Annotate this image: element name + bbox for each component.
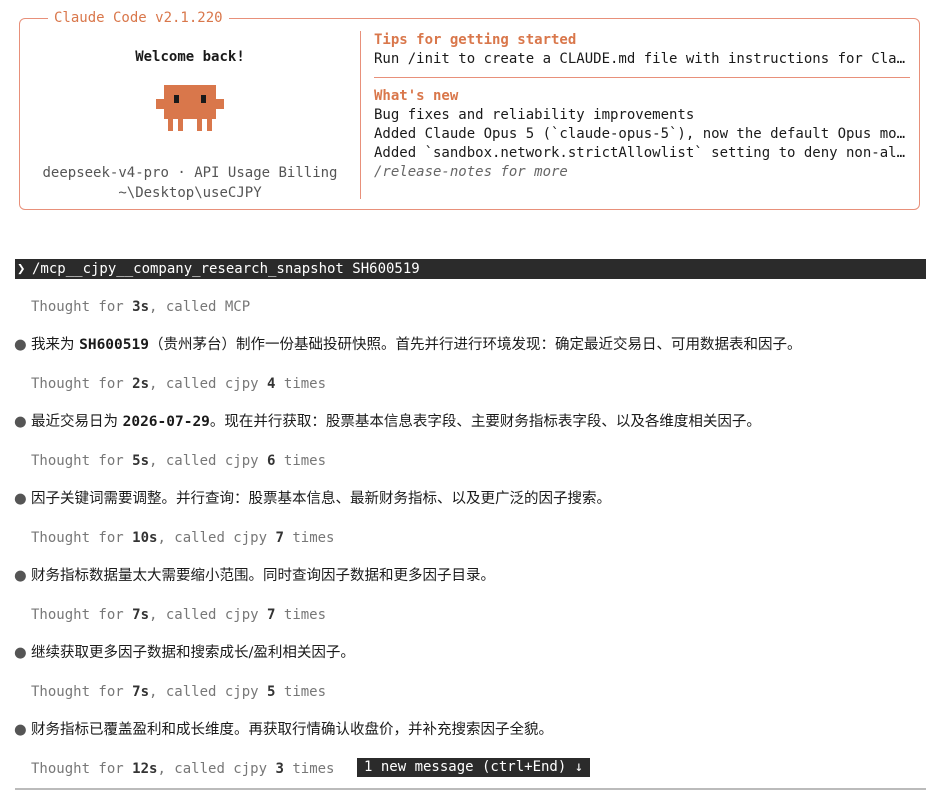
whats-new-heading: What's new: [374, 88, 459, 104]
section-divider: [374, 77, 910, 78]
thought-line[interactable]: Thought for 12s, called cjpy 3 times: [31, 760, 334, 778]
submitted-prompt: ❯ /mcp__cjpy__company_research_snapshot …: [15, 259, 926, 279]
working-directory: ~\Desktop\useCJPY: [118, 185, 262, 201]
bullet-icon: ●: [14, 645, 27, 661]
whats-new-item: Bug fixes and reliability improvements: [374, 107, 695, 123]
whats-new-item: Added `sandbox.network.strictAllowlist` …: [374, 145, 910, 161]
welcome-greeting: Welcome back!: [135, 49, 245, 65]
prompt-chevron-icon: ❯: [17, 261, 26, 277]
panel-divider: [360, 31, 361, 199]
thought-line[interactable]: Thought for 3s, called MCP: [31, 298, 250, 316]
thought-line[interactable]: Thought for 7s, called cjpy 7 times: [31, 606, 326, 624]
assistant-message: ● 财务指标已覆盖盈利和成长维度。再获取行情确认收盘价，并补充搜索因子全貌。: [14, 722, 553, 738]
welcome-panel: Claude Code v2.1.220 Welcome back! deeps…: [19, 9, 920, 210]
claude-mascot-icon: [156, 85, 224, 131]
assistant-message: ● 因子关键词需要调整。并行查询：股票基本信息、最新财务指标、以及更广泛的因子搜索…: [14, 491, 611, 507]
thought-line[interactable]: Thought for 5s, called cjpy 6 times: [31, 452, 326, 470]
bullet-icon: ●: [14, 722, 27, 738]
bullet-icon: ●: [14, 568, 27, 584]
tips-heading: Tips for getting started: [374, 32, 577, 48]
tips-line: Run /init to create a CLAUDE.md file wit…: [374, 51, 910, 67]
welcome-left-pane: Welcome back! deepseek-v4-pro · API Usag…: [20, 19, 360, 209]
welcome-right-pane: Tips for getting started Run /init to cr…: [374, 31, 910, 182]
bullet-icon: ●: [14, 337, 27, 353]
thought-line[interactable]: Thought for 2s, called cjpy 4 times: [31, 375, 326, 393]
thought-line[interactable]: Thought for 10s, called cjpy 7 times: [31, 529, 334, 547]
model-info: deepseek-v4-pro · API Usage Billing: [42, 165, 338, 181]
release-notes-link[interactable]: /release-notes for more: [374, 163, 910, 182]
assistant-message: ● 最近交易日为 2026-07-29。现在并行获取：股票基本信息表字段、主要财务…: [14, 414, 761, 430]
prompt-text: /mcp__cjpy__company_research_snapshot SH…: [32, 261, 420, 277]
assistant-message: ● 我来为 SH600519（贵州茅台）制作一份基础投研快照。首先并行进行环境发现…: [14, 337, 802, 353]
new-message-indicator[interactable]: 1 new message (ctrl+End) ↓: [357, 758, 591, 777]
assistant-message: ● 继续获取更多因子数据和搜索成长/盈利相关因子。: [14, 645, 355, 661]
bullet-icon: ●: [14, 491, 27, 507]
thought-line[interactable]: Thought for 7s, called cjpy 5 times: [31, 683, 326, 701]
whats-new-item: Added Claude Opus 5 (`claude-opus-5`), n…: [374, 126, 910, 142]
bullet-icon: ●: [14, 414, 27, 430]
assistant-message: ● 财务指标数据量太大需要缩小范围。同时查询因子数据和更多因子目录。: [14, 568, 495, 584]
